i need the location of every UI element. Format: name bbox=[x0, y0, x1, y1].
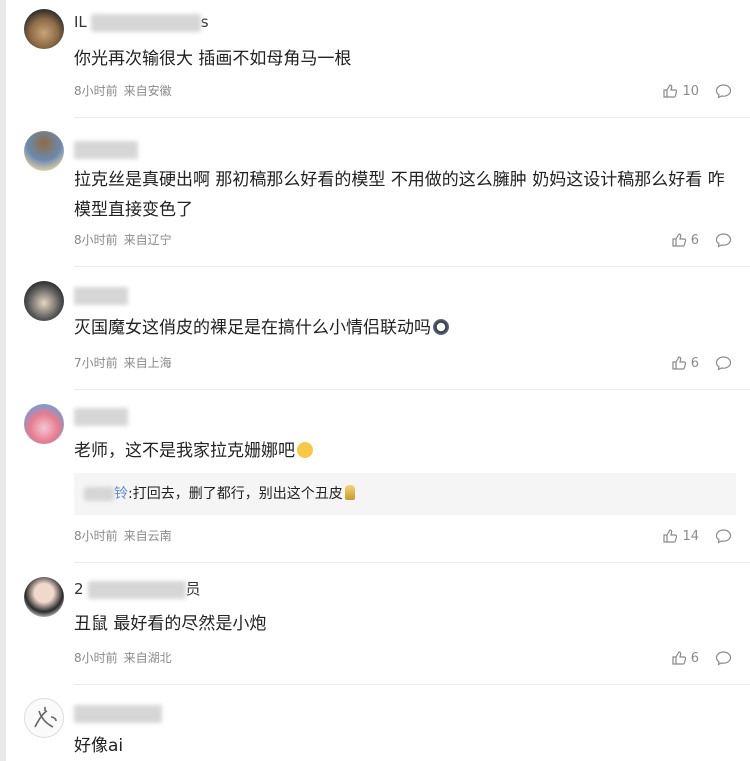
username-blur bbox=[74, 407, 128, 426]
comment-location: 来自湖北 bbox=[123, 651, 172, 665]
comment-actions: 10 bbox=[662, 81, 732, 101]
comment-bubble-icon bbox=[715, 529, 732, 544]
comment-actions: 6 bbox=[671, 230, 732, 250]
comment-text: 丑鼠 最好看的尽然是小炮 bbox=[74, 614, 267, 634]
reply-text: :打回去，删了都行，别出这个丑皮 bbox=[128, 486, 343, 502]
thumbs-up-icon bbox=[672, 233, 686, 247]
username[interactable] bbox=[74, 139, 138, 159]
reply-name-blur bbox=[84, 487, 114, 501]
comment-text: 拉克丝是真硬出啊 那初稿那么好看的模型 不用做的这么臃肿 奶妈这设计稿那么好看 … bbox=[74, 170, 725, 220]
comment-text: 老师，这不是我家拉克姗娜吧 bbox=[74, 436, 734, 466]
username-text: IL bbox=[74, 13, 87, 31]
reply-button[interactable] bbox=[715, 232, 732, 248]
like-count: 6 bbox=[690, 355, 699, 371]
thumbs-up-icon bbox=[672, 651, 686, 665]
comment-bubble-icon bbox=[715, 356, 732, 371]
comment-time: 8小时前 bbox=[74, 233, 118, 247]
comment-meta: 8小时前 来自辽宁 bbox=[74, 231, 178, 249]
like-count: 10 bbox=[682, 83, 699, 99]
scrollbar-track bbox=[0, 0, 6, 761]
comment-meta: 8小时前 来自湖北 bbox=[74, 649, 178, 667]
username-blur bbox=[74, 286, 128, 305]
divider bbox=[74, 684, 750, 685]
comment-location: 来自辽宁 bbox=[123, 233, 172, 247]
divider bbox=[74, 562, 750, 563]
username[interactable] bbox=[74, 285, 128, 305]
comment-location: 来自云南 bbox=[123, 529, 172, 543]
avatar[interactable] bbox=[24, 9, 64, 49]
comment-meta: 8小时前 来自安徽 bbox=[74, 82, 178, 100]
comment-text: 灭国魔女这俏皮的裸足是在搞什么小情侣联动吗 bbox=[74, 313, 734, 343]
like-button[interactable]: 6 bbox=[671, 232, 699, 248]
emoji-icon bbox=[297, 442, 313, 458]
comment-time: 8小时前 bbox=[74, 529, 118, 543]
comment-time: 8小时前 bbox=[74, 651, 118, 665]
comment-bubble-icon bbox=[715, 651, 732, 666]
divider bbox=[74, 266, 750, 267]
username-blur bbox=[87, 580, 186, 599]
avatar[interactable] bbox=[24, 698, 64, 738]
like-count: 6 bbox=[690, 650, 699, 666]
comment-meta: 8小时前 来自云南 bbox=[74, 527, 178, 545]
like-button[interactable]: 6 bbox=[671, 355, 699, 371]
reply-username[interactable]: 铃 bbox=[114, 486, 128, 502]
divider bbox=[74, 389, 750, 390]
username[interactable]: IL s bbox=[74, 12, 209, 32]
avatar[interactable] bbox=[24, 281, 64, 321]
thumbs-up-icon bbox=[663, 529, 678, 543]
avatar[interactable] bbox=[24, 404, 64, 444]
avatar[interactable] bbox=[24, 577, 64, 617]
sub-reply[interactable]: 铃:打回去，删了都行，别出这个丑皮 bbox=[74, 473, 736, 515]
clown-emoji-icon bbox=[344, 485, 355, 500]
like-count: 6 bbox=[690, 232, 699, 248]
like-count: 14 bbox=[682, 528, 699, 544]
username-blur bbox=[74, 704, 162, 723]
reply-button[interactable] bbox=[715, 83, 732, 99]
comment-actions: 6 bbox=[671, 648, 732, 668]
comment-time: 7小时前 bbox=[74, 356, 118, 370]
username-blur bbox=[74, 140, 138, 159]
thumbs-up-icon bbox=[672, 356, 686, 370]
username-blur bbox=[90, 13, 201, 32]
comment-location: 来自上海 bbox=[123, 356, 172, 370]
avatar-sketch-icon bbox=[34, 707, 57, 728]
comment-bubble-icon bbox=[715, 233, 732, 248]
comment-text: 好像ai bbox=[74, 736, 124, 756]
surprised-emoji-icon bbox=[433, 319, 449, 335]
avatar[interactable] bbox=[24, 131, 64, 171]
comment-actions: 14 bbox=[662, 526, 732, 546]
comment-text: 你光再次输很大 插画不如母角马一根 bbox=[74, 49, 352, 69]
comment-actions: 6 bbox=[671, 353, 732, 373]
comment-meta: 7小时前 来自上海 bbox=[74, 354, 178, 372]
reply-button[interactable] bbox=[715, 528, 732, 544]
username[interactable] bbox=[74, 406, 128, 426]
comment-bubble-icon bbox=[715, 84, 732, 99]
divider bbox=[74, 117, 750, 118]
username[interactable]: 2员 bbox=[74, 579, 201, 599]
username[interactable] bbox=[74, 703, 162, 723]
comment-location: 来自安徽 bbox=[123, 84, 172, 98]
reply-button[interactable] bbox=[715, 650, 732, 666]
like-button[interactable]: 6 bbox=[671, 650, 699, 666]
reply-button[interactable] bbox=[715, 355, 732, 371]
comment-time: 8小时前 bbox=[74, 84, 118, 98]
thumbs-up-icon bbox=[663, 84, 678, 98]
like-button[interactable]: 10 bbox=[662, 83, 699, 99]
like-button[interactable]: 14 bbox=[662, 528, 699, 544]
